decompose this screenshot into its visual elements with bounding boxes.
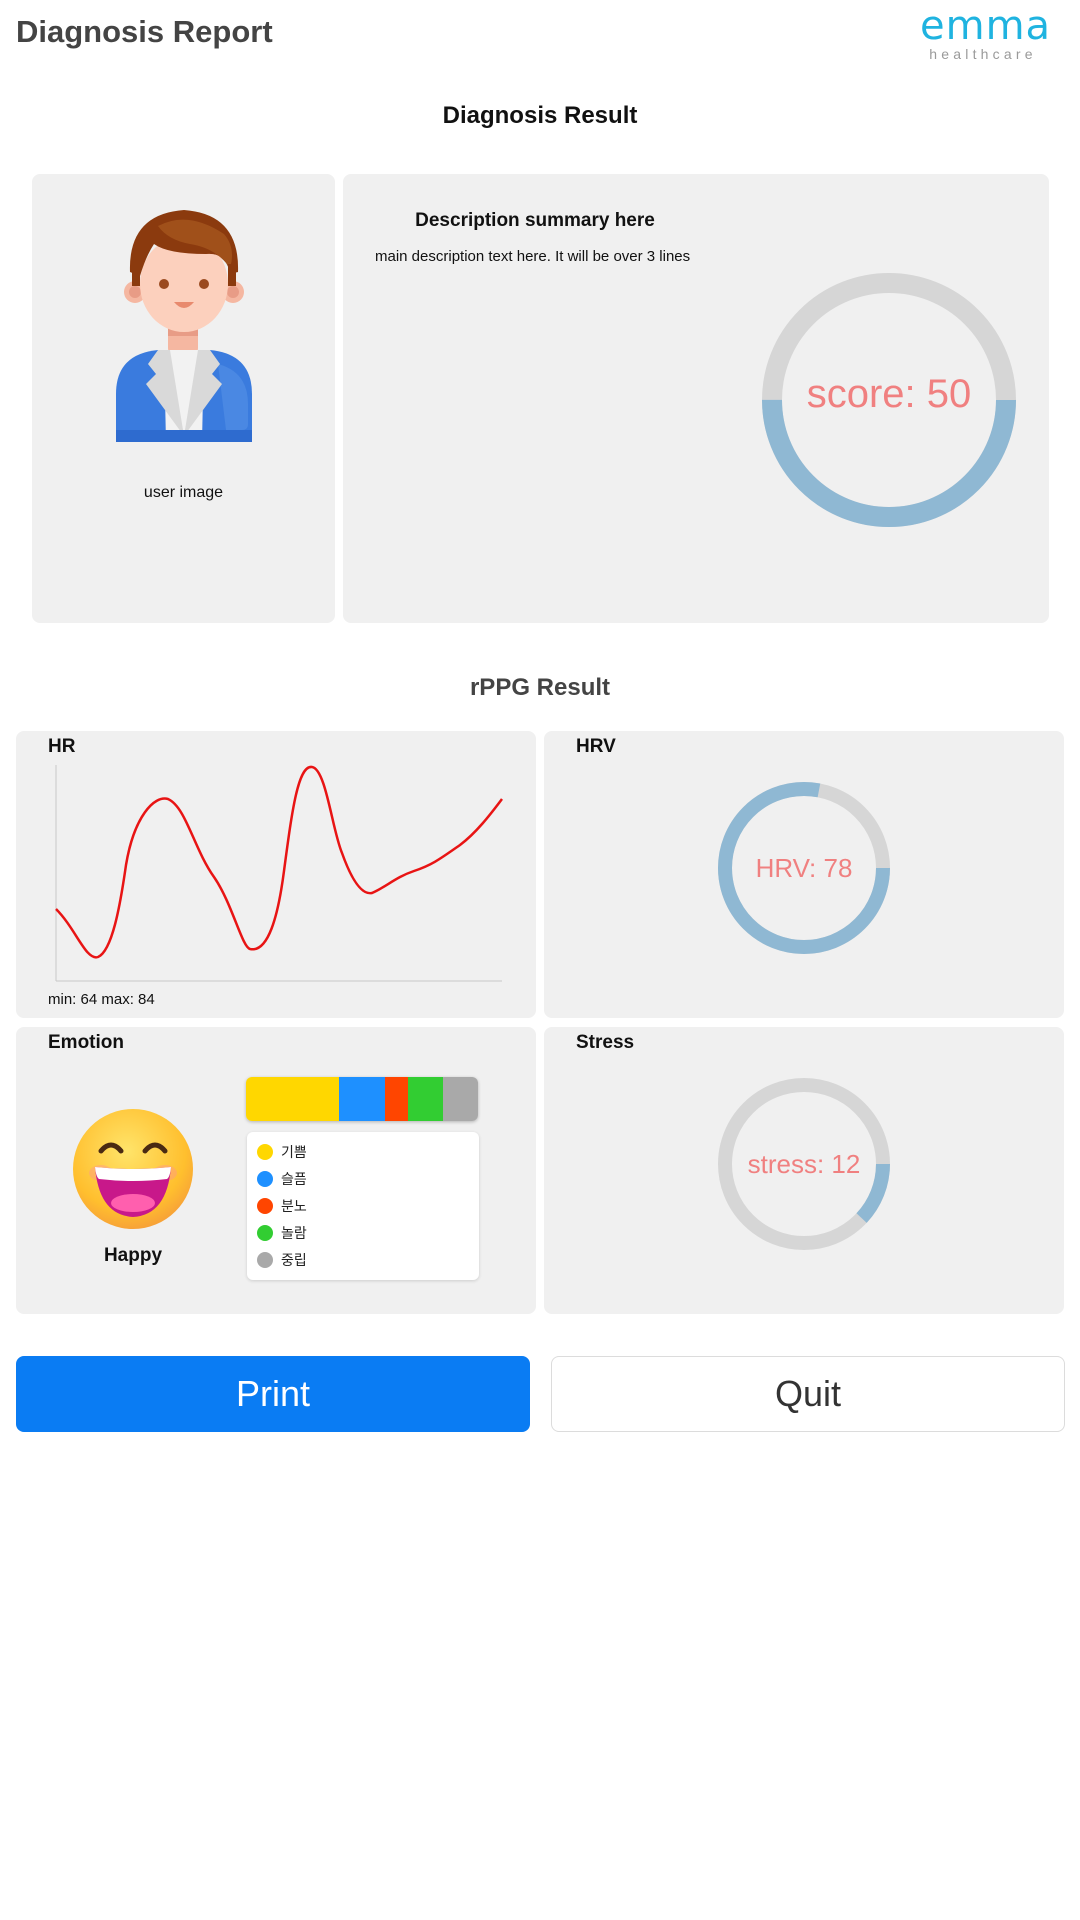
legend-dot <box>257 1251 273 1268</box>
stress-panel: Stress stress: 12 <box>544 1027 1064 1314</box>
brand-logo: emma healthcare <box>920 3 1052 62</box>
emotion-segment-neutral <box>443 1077 478 1121</box>
stress-gauge: stress: 12 <box>716 1076 892 1252</box>
user-avatar-icon <box>116 210 252 442</box>
legend-item-neutral: 중립 <box>247 1246 479 1273</box>
summary-description: main description text here. It will be o… <box>375 248 691 265</box>
hrv-panel: HRV HRV: 78 <box>544 731 1064 1018</box>
legend-item-joy: 기쁨 <box>247 1138 479 1165</box>
emotion-segment-surprise <box>408 1077 444 1121</box>
legend-dot <box>257 1143 273 1160</box>
hrv-gauge: HRV: 78 <box>716 780 892 956</box>
diagnosis-summary-panel: Description summary here main descriptio… <box>343 174 1049 623</box>
hr-panel: HR min: 64 max: 84 <box>16 731 536 1018</box>
emotion-legend: 기쁨 슬픔 분노 놀람 중립 <box>247 1132 479 1280</box>
legend-item-anger: 분노 <box>247 1192 479 1219</box>
grinning-face-icon <box>73 1109 193 1229</box>
score-label: score: 50 <box>806 372 972 416</box>
hrv-label: HRV: 78 <box>755 853 853 883</box>
stress-label: stress: 12 <box>747 1149 861 1179</box>
emotion-distribution-bar <box>246 1077 478 1121</box>
logo-sub-text: healthcare <box>929 46 1037 62</box>
emotion-segment-anger <box>385 1077 409 1121</box>
emotion-title: Emotion <box>48 1032 124 1053</box>
emotion-result-label: Happy <box>103 1245 163 1266</box>
legend-dot <box>257 1224 273 1241</box>
page-title: Diagnosis Report <box>16 14 273 49</box>
print-button[interactable]: Print <box>16 1356 530 1432</box>
hrv-title: HRV <box>576 736 616 757</box>
legend-dot <box>257 1197 273 1214</box>
emotion-segment-sadness <box>338 1077 386 1121</box>
hr-min-max: min: 64 max: 84 <box>48 991 155 1008</box>
legend-label: 슬픔 <box>281 1170 307 1187</box>
summary-title: Description summary here <box>415 210 655 231</box>
diagnosis-section-title: Diagnosis Result <box>442 102 638 129</box>
legend-label: 중립 <box>281 1251 307 1268</box>
user-image-panel: user image <box>32 174 335 623</box>
hr-series-line <box>55 765 503 959</box>
legend-label: 놀람 <box>281 1224 307 1241</box>
legend-item-sadness: 슬픔 <box>247 1165 479 1192</box>
legend-item-surprise: 놀람 <box>247 1219 479 1246</box>
rppg-section-title: rPPG Result <box>469 674 611 701</box>
legend-label: 분노 <box>281 1197 307 1214</box>
score-gauge: score: 50 <box>759 270 1019 530</box>
legend-label: 기쁨 <box>281 1143 307 1160</box>
user-image-label: user image <box>143 484 224 501</box>
emotion-panel: Emotion Happy 기쁨 슬픔 분노 놀람 중립 <box>16 1027 536 1314</box>
emotion-segment-joy <box>246 1077 339 1121</box>
hr-chart <box>55 765 503 982</box>
stress-title: Stress <box>576 1032 635 1053</box>
quit-button[interactable]: Quit <box>551 1356 1065 1432</box>
logo-main-text: emma <box>920 3 1052 49</box>
legend-dot <box>257 1170 273 1187</box>
